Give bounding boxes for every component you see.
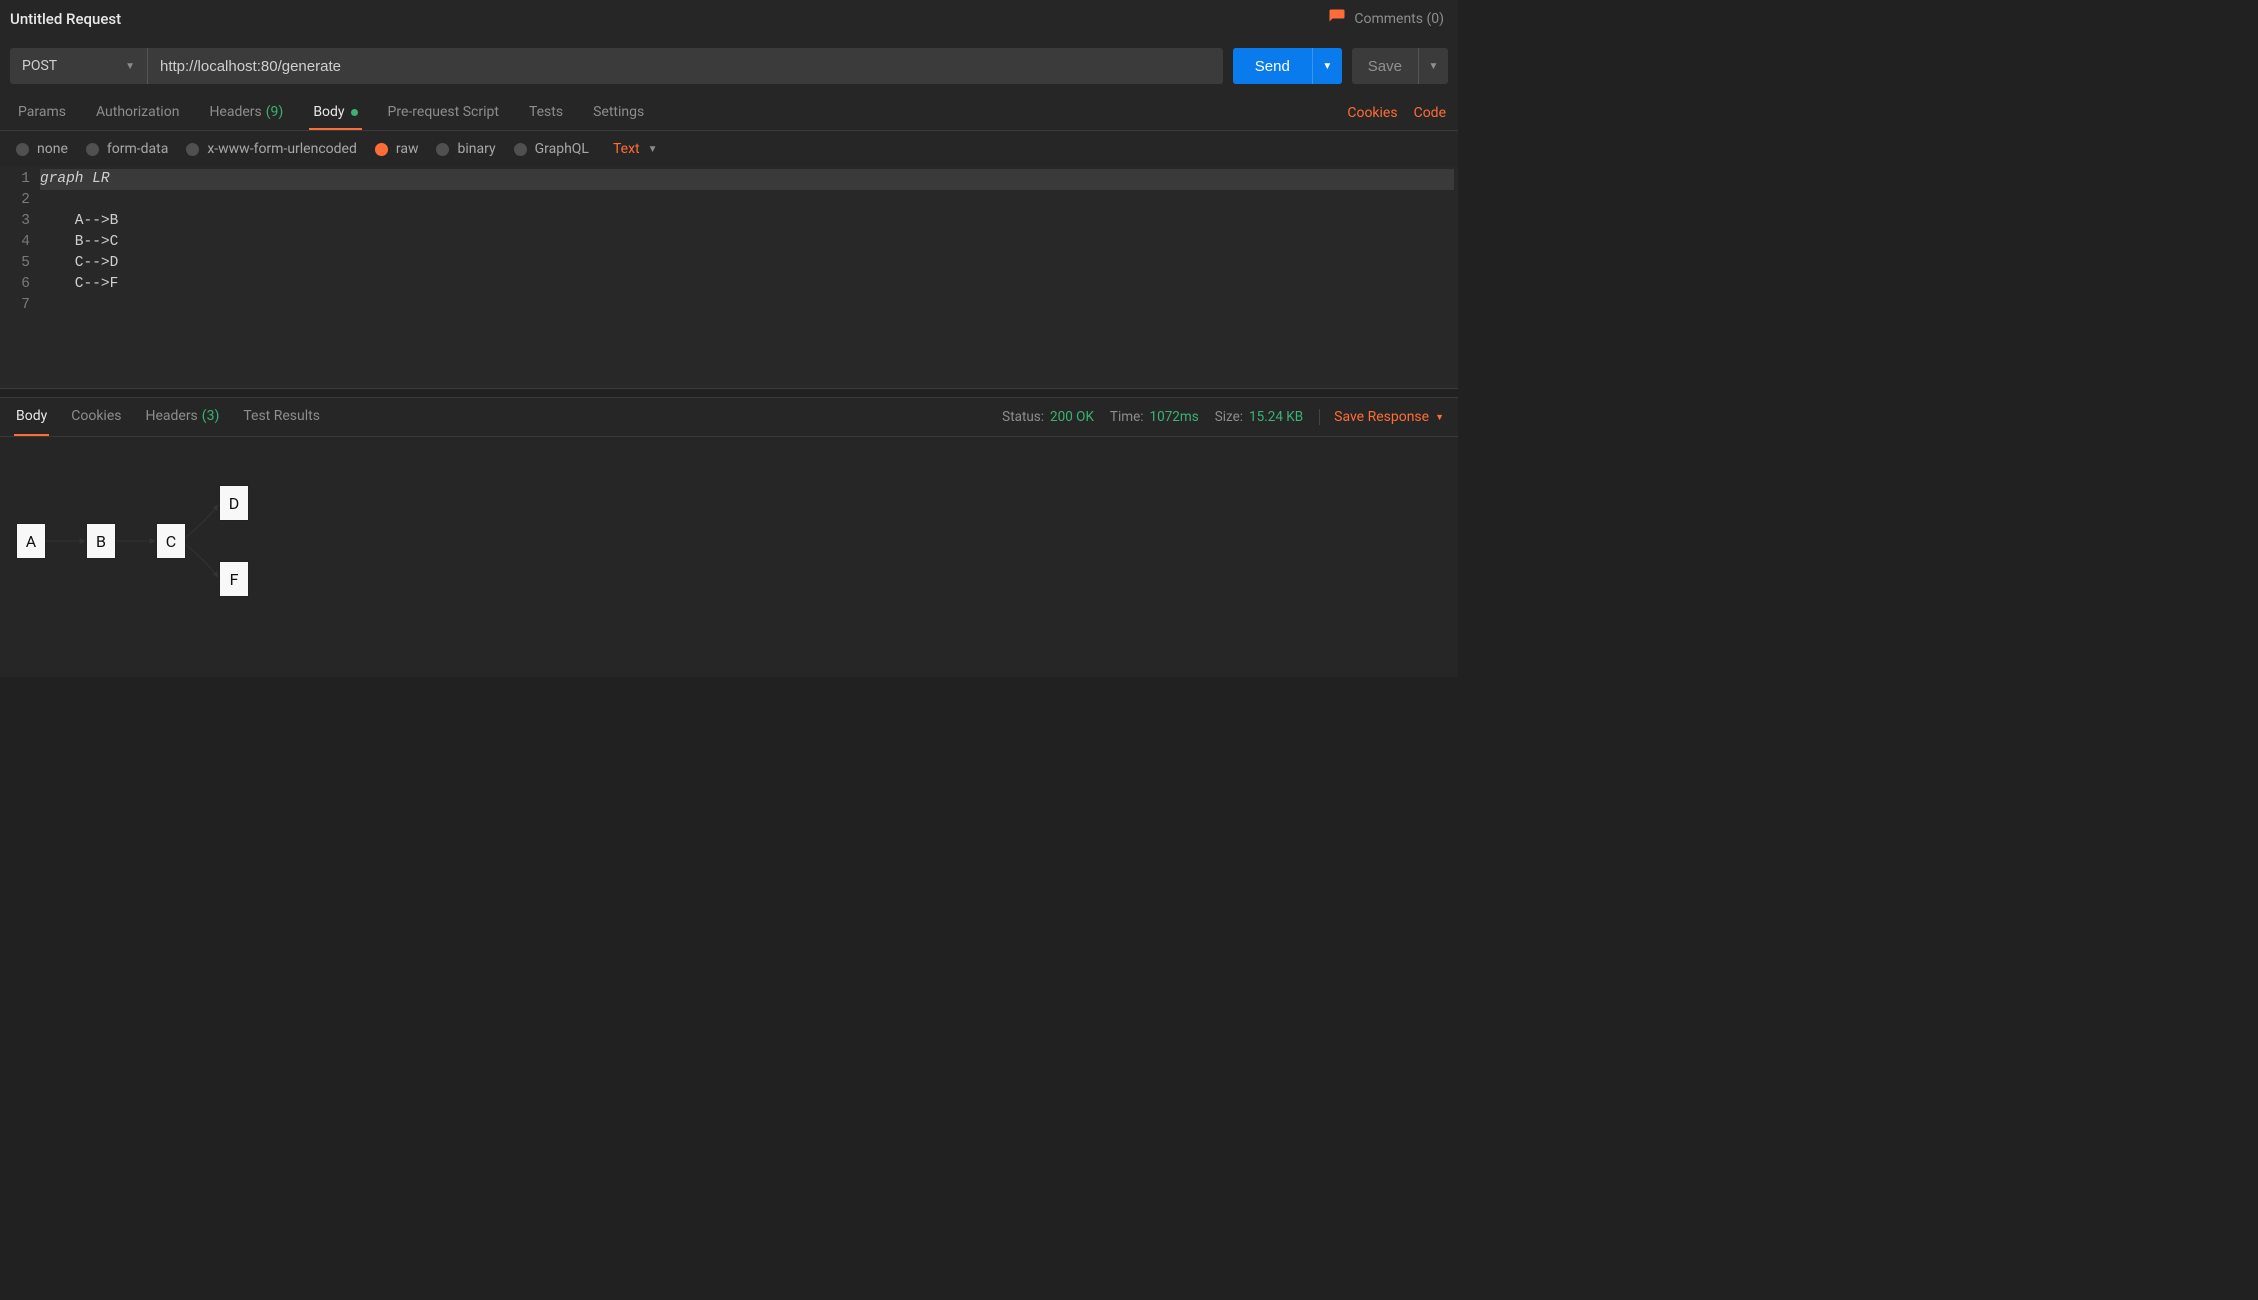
body-format-select[interactable]: Text ▼ [613,141,658,157]
code-line: C-->D [40,255,118,271]
cookies-link[interactable]: Cookies [1347,105,1397,121]
radio-icon [375,143,388,156]
radio-icon [436,143,449,156]
body-type-xwww[interactable]: x-www-form-urlencoded [186,141,357,157]
send-dropdown-button[interactable]: ▼ [1312,48,1342,84]
code-link[interactable]: Code [1414,105,1446,121]
tab-authorization[interactable]: Authorization [92,96,183,130]
save-button[interactable]: Save [1352,48,1418,84]
response-tab-tests[interactable]: Test Results [241,398,322,436]
line-gutter: 1 2 3 4 5 6 7 [0,167,36,388]
radio-label: binary [457,141,495,157]
body-type-none[interactable]: none [16,141,68,157]
line-number: 7 [0,295,30,316]
body-format-label: Text [613,141,640,157]
comment-icon [1328,8,1346,30]
http-method-select[interactable]: POST ▼ [10,48,148,84]
method-value: POST [22,58,57,74]
send-button[interactable]: Send [1233,48,1312,84]
radio-label: form-data [107,141,168,157]
radio-label: GraphQL [535,141,589,157]
response-body-diagram: A B C D F [0,437,1458,677]
body-type-graphql[interactable]: GraphQL [514,141,589,157]
tab-settings[interactable]: Settings [589,96,648,130]
comments-label: Comments (0) [1354,11,1444,27]
status-label: Status: [1002,409,1044,425]
code-line: C-->F [40,276,118,292]
save-dropdown-button[interactable]: ▼ [1418,48,1448,84]
response-tab-cookies[interactable]: Cookies [69,398,123,436]
status-value: 200 OK [1050,409,1094,425]
diagram-edges [0,437,1458,677]
radio-label: raw [396,141,419,157]
pane-divider[interactable] [0,388,1458,398]
tab-headers[interactable]: Headers (9) [205,96,287,130]
tab-params[interactable]: Params [14,96,70,130]
tab-headers-label: Headers [209,104,261,120]
line-number: 3 [0,211,30,232]
tab-body[interactable]: Body [309,96,361,130]
code-line: B-->C [40,234,118,250]
radio-label: x-www-form-urlencoded [207,141,357,157]
code-line: A-->B [40,213,118,229]
radio-icon [86,143,99,156]
diagram-node-c: C [156,523,186,559]
save-response-label: Save Response [1334,409,1429,425]
response-tab-headers-label: Headers [145,408,197,424]
line-number: 2 [0,190,30,211]
request-title: Untitled Request [10,10,121,28]
caret-down-icon: ▼ [125,61,135,72]
diagram-node-f: F [219,561,249,597]
request-url-input[interactable] [148,48,1223,84]
diagram-node-d: D [219,485,249,521]
tab-tests[interactable]: Tests [525,96,567,130]
save-response-button[interactable]: Save Response ▼ [1319,409,1444,425]
size-value: 15.24 KB [1249,409,1303,425]
radio-label: none [37,141,68,157]
radio-icon [186,143,199,156]
diagram-node-a: A [16,523,46,559]
line-number: 1 [0,169,30,190]
caret-down-icon: ▼ [1435,412,1444,423]
code-content[interactable]: graph LR A-->B B-->C C-->D C-->F [36,167,1458,388]
tab-headers-count: (9) [266,104,284,120]
body-type-raw[interactable]: raw [375,141,419,157]
body-type-form-data[interactable]: form-data [86,141,168,157]
radio-icon [16,143,29,156]
caret-down-icon: ▼ [648,144,658,155]
tab-prerequest[interactable]: Pre-request Script [384,96,503,130]
time-label: Time: [1110,409,1144,425]
comments-button[interactable]: Comments (0) [1328,8,1444,30]
size-label: Size: [1215,409,1243,425]
response-headers-count: (3) [202,408,220,424]
diagram-node-b: B [86,523,116,559]
radio-icon [514,143,527,156]
request-body-editor[interactable]: 1 2 3 4 5 6 7 graph LR A-->B B-->C C-->D… [0,167,1458,388]
response-tab-body[interactable]: Body [14,398,49,436]
body-type-binary[interactable]: binary [436,141,495,157]
code-line: graph LR [40,169,1454,190]
line-number: 5 [0,253,30,274]
line-number: 4 [0,232,30,253]
body-indicator-dot [351,109,358,116]
tab-body-label: Body [313,104,344,120]
line-number: 6 [0,274,30,295]
response-tab-headers[interactable]: Headers (3) [143,398,221,436]
time-value: 1072ms [1150,409,1199,425]
